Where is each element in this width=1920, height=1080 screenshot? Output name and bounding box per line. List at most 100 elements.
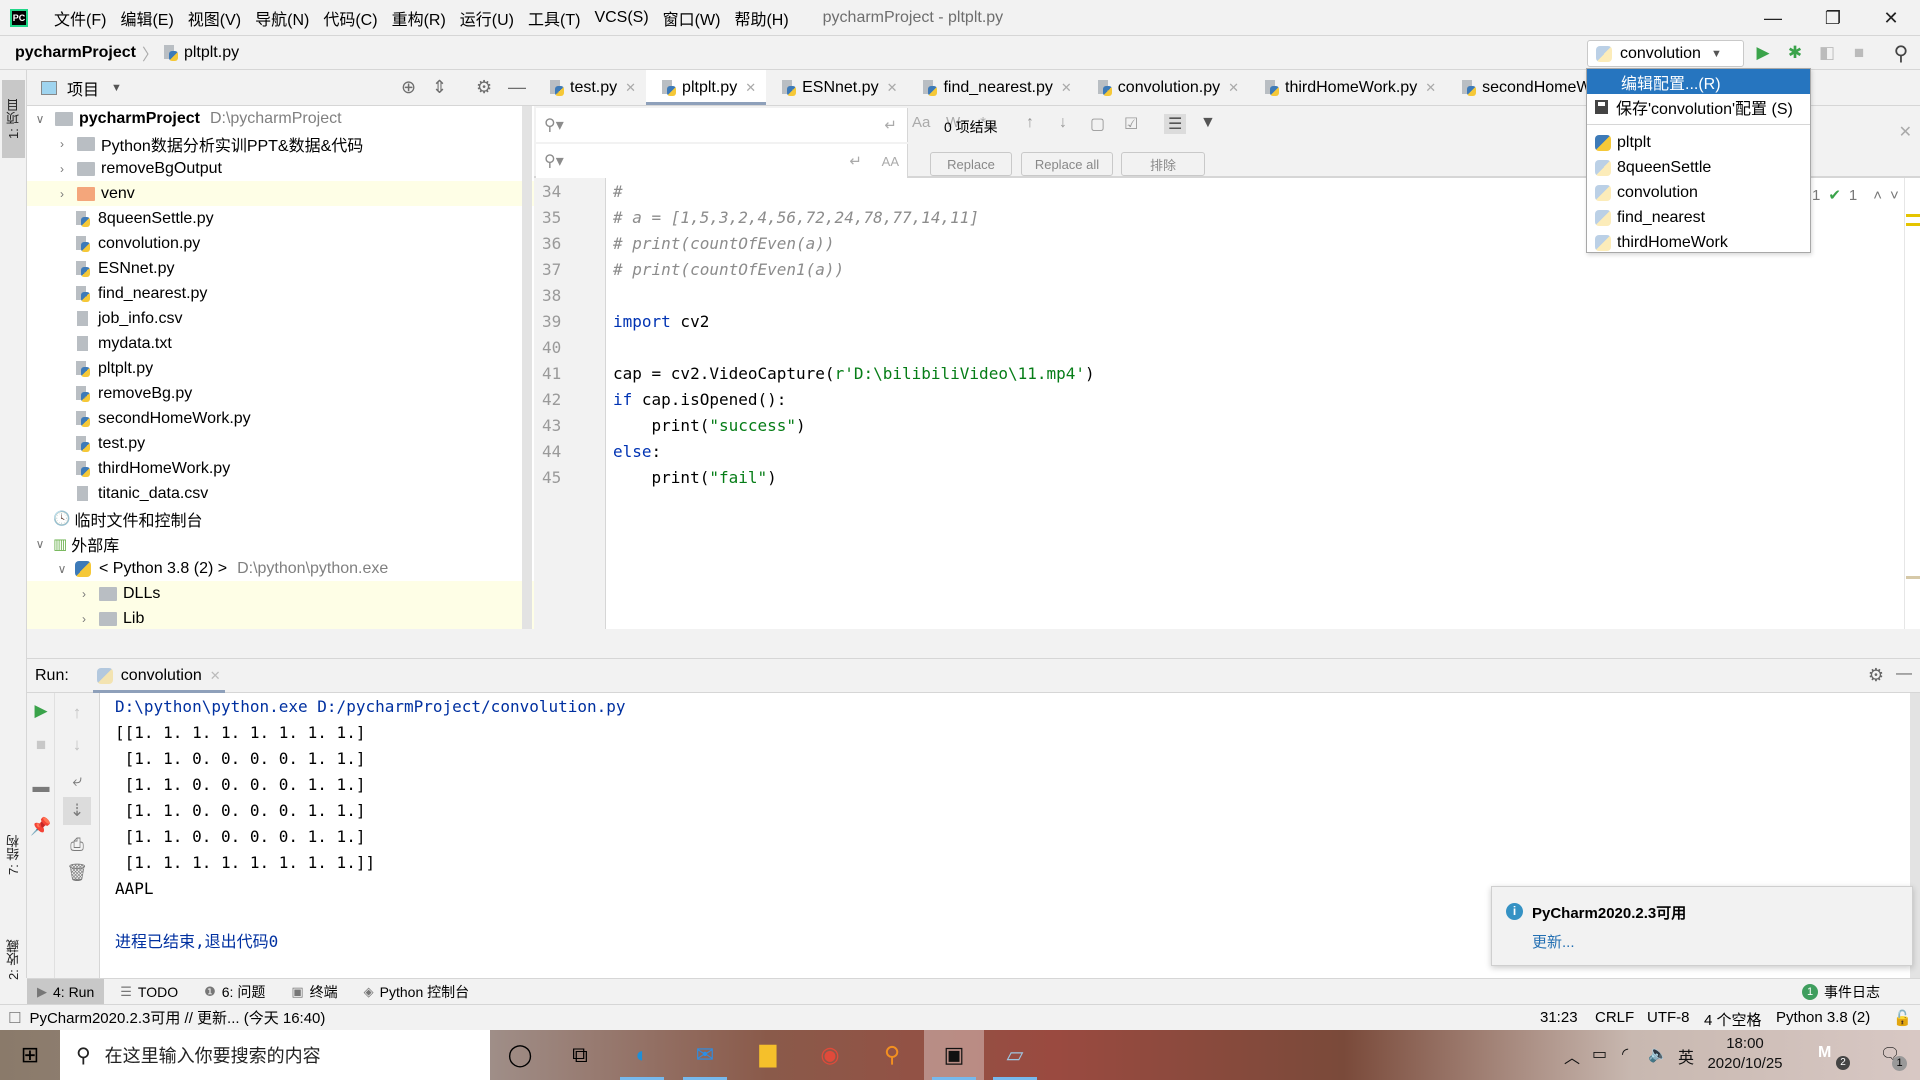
editor-tab[interactable]: pltplt.py ✕ [646,70,767,105]
run-config-item[interactable]: pltplt [1587,130,1810,155]
tree-item[interactable]: › DLLs [27,581,534,606]
chrome-icon[interactable]: ◉ [800,1030,860,1080]
run-config-item[interactable]: find_nearest [1587,205,1810,230]
replace-input[interactable]: ⚲▾ ↵ AA [536,144,908,178]
close-tab-icon[interactable]: ✕ [887,80,898,96]
file-encoding[interactable]: UTF-8 [1647,1009,1690,1026]
chevron-down-icon[interactable]: ∨ [33,537,47,551]
menu-refactor[interactable]: 重构(R) [392,6,446,30]
chevron-right-icon[interactable]: › [77,612,91,626]
lock-icon[interactable]: 🔓 [1893,1009,1912,1027]
bottom-tab[interactable]: ▶ 4: Run [27,978,105,1005]
editor-tab[interactable]: thirdHomeWork.py ✕ [1249,70,1446,105]
notepad-icon[interactable]: ▱ [985,1030,1045,1080]
exclude-button[interactable]: 排除 [1121,152,1205,176]
tree-item[interactable]: removeBg.py [27,381,534,406]
editor-scrollbar[interactable] [1904,178,1918,659]
gear-icon[interactable]: ⚙ [1868,665,1884,686]
scroll-to-end-icon[interactable]: ⇣ [63,797,91,825]
select-all-occurrences-icon[interactable]: ▢ [1090,114,1105,134]
mail-icon[interactable]: ✉ [675,1030,735,1080]
stop-icon[interactable]: ■ [1848,42,1870,64]
file-explorer-icon[interactable]: ▇ [738,1030,798,1080]
editor-tab[interactable]: convolution.py ✕ [1082,70,1249,105]
previous-highlight-icon[interactable]: ˄ [1873,187,1882,204]
tree-item[interactable]: secondHomeWork.py [27,406,534,431]
run-config-item[interactable]: convolution [1587,180,1810,205]
menu-window[interactable]: 窗口(W) [663,6,721,30]
tray-app-icon[interactable]: M [1818,1044,1831,1062]
task-view-icon[interactable]: ⧉ [550,1030,610,1080]
bottom-tab[interactable]: ❶ 6: 问题 [194,979,275,1005]
status-message[interactable]: PyCharm2020.2.3可用 // 更新... (今天 16:40) [29,1007,325,1028]
panel-splitter[interactable] [27,629,1920,659]
wifi-icon[interactable]: ◜ [1622,1044,1628,1064]
filter-toggle-icon[interactable]: ☰ [1164,114,1187,134]
run-config-item[interactable]: thirdHomeWork [1587,230,1810,255]
project-tree-scrollbar[interactable] [522,106,532,643]
trash-icon[interactable]: 🗑 [65,861,89,885]
tree-item[interactable]: 🕓 临时文件和控制台 [27,506,534,531]
pycharm-taskbar-icon[interactable]: ▣ [924,1030,984,1080]
windows-start-icon[interactable]: ⊞ [0,1030,60,1080]
tree-item[interactable]: pltplt.py [27,356,534,381]
line-separator[interactable]: CRLF [1595,1009,1634,1026]
battery-icon[interactable]: ▭ [1592,1044,1607,1064]
minimize-button[interactable]: — [1750,0,1796,36]
chevron-down-icon[interactable]: ▼ [111,82,122,94]
tree-item[interactable]: ∨ < Python 3.8 (2) > D:\python\python.exe [27,556,534,581]
run-config-selector[interactable]: convolution ▼ [1587,40,1744,67]
close-window-button[interactable]: ✕ [1868,0,1914,36]
bottom-tab[interactable]: ☰ TODO [110,979,188,1005]
next-highlight-icon[interactable]: ˅ [1890,187,1899,204]
tree-item[interactable]: ∨ pycharmProject D:\pycharmProject [27,106,534,131]
newline-icon[interactable]: ↵ [849,152,862,170]
menu-run[interactable]: 运行(U) [460,6,514,30]
print-icon[interactable]: ⎙ [65,833,89,857]
menu-vcs[interactable]: VCS(S) [594,9,648,27]
rerun-icon[interactable]: ▶ [29,699,53,723]
cortana-icon[interactable]: ◯ [490,1030,550,1080]
chevron-right-icon[interactable]: › [55,187,69,201]
inspection-widget[interactable]: 1 ✔ 1 ˄ ˅ [1812,186,1899,205]
menu-view[interactable]: 视图(V) [188,6,241,30]
python-interpreter[interactable]: Python 3.8 (2) [1776,1009,1870,1026]
chevron-right-icon[interactable]: › [55,162,69,176]
save-configuration-item[interactable]: 保存'convolution'配置 (S) [1587,94,1810,119]
tree-item[interactable]: › Python数据分析实训PPT&数据&代码 [27,131,534,156]
menu-file[interactable]: 文件(F) [54,6,106,30]
tree-item[interactable]: › removeBgOutput [27,156,534,181]
menu-code[interactable]: 代码(C) [323,6,377,30]
close-tab-icon[interactable]: ✕ [1061,80,1072,96]
locate-file-icon[interactable]: ⊕ [401,77,416,98]
chevron-right-icon[interactable]: › [55,137,69,151]
coverage-icon[interactable]: ◧ [1816,42,1838,64]
chevron-right-icon[interactable]: › [77,587,91,601]
search-input[interactable]: ⚲▾ ↵ [536,108,908,142]
menu-navigate[interactable]: 导航(N) [255,6,309,30]
event-log-button[interactable]: 1 事件日志 [1802,982,1880,1002]
run-icon[interactable]: ▶ [1752,42,1774,64]
preserve-case-toggle[interactable]: AA [882,154,899,169]
tree-item[interactable]: ESNnet.py [27,256,534,281]
replace-button[interactable]: Replace [930,152,1012,176]
tree-item[interactable]: thirdHomeWork.py [27,456,534,481]
pin-icon[interactable]: 📌 [29,815,53,839]
volume-icon[interactable]: 🔈 [1648,1044,1668,1064]
hide-panel-icon[interactable]: — [508,77,526,98]
close-tab-icon[interactable]: ✕ [745,80,756,96]
editor-tab[interactable]: find_nearest.py ✕ [907,70,1081,105]
debug-icon[interactable]: ✱ [1784,42,1806,64]
tree-item[interactable]: convolution.py [27,231,534,256]
editor-tab[interactable]: ESNnet.py ✕ [766,70,907,105]
tree-item[interactable]: find_nearest.py [27,281,534,306]
menu-tools[interactable]: 工具(T) [528,6,580,30]
close-tab-icon[interactable]: ✕ [1228,80,1239,96]
run-tab-convolution[interactable]: convolution ✕ [92,659,225,693]
update-link[interactable]: 更新... [1532,931,1575,952]
tool-tab-structure[interactable]: 7: 结构 [2,810,25,900]
gear-icon[interactable]: ⚙ [476,77,492,98]
tree-item[interactable]: › venv [27,181,534,206]
menu-help[interactable]: 帮助(H) [734,6,788,30]
taskbar-search[interactable]: ⚲ 在这里输入你要搜索的内容 [60,1030,490,1080]
